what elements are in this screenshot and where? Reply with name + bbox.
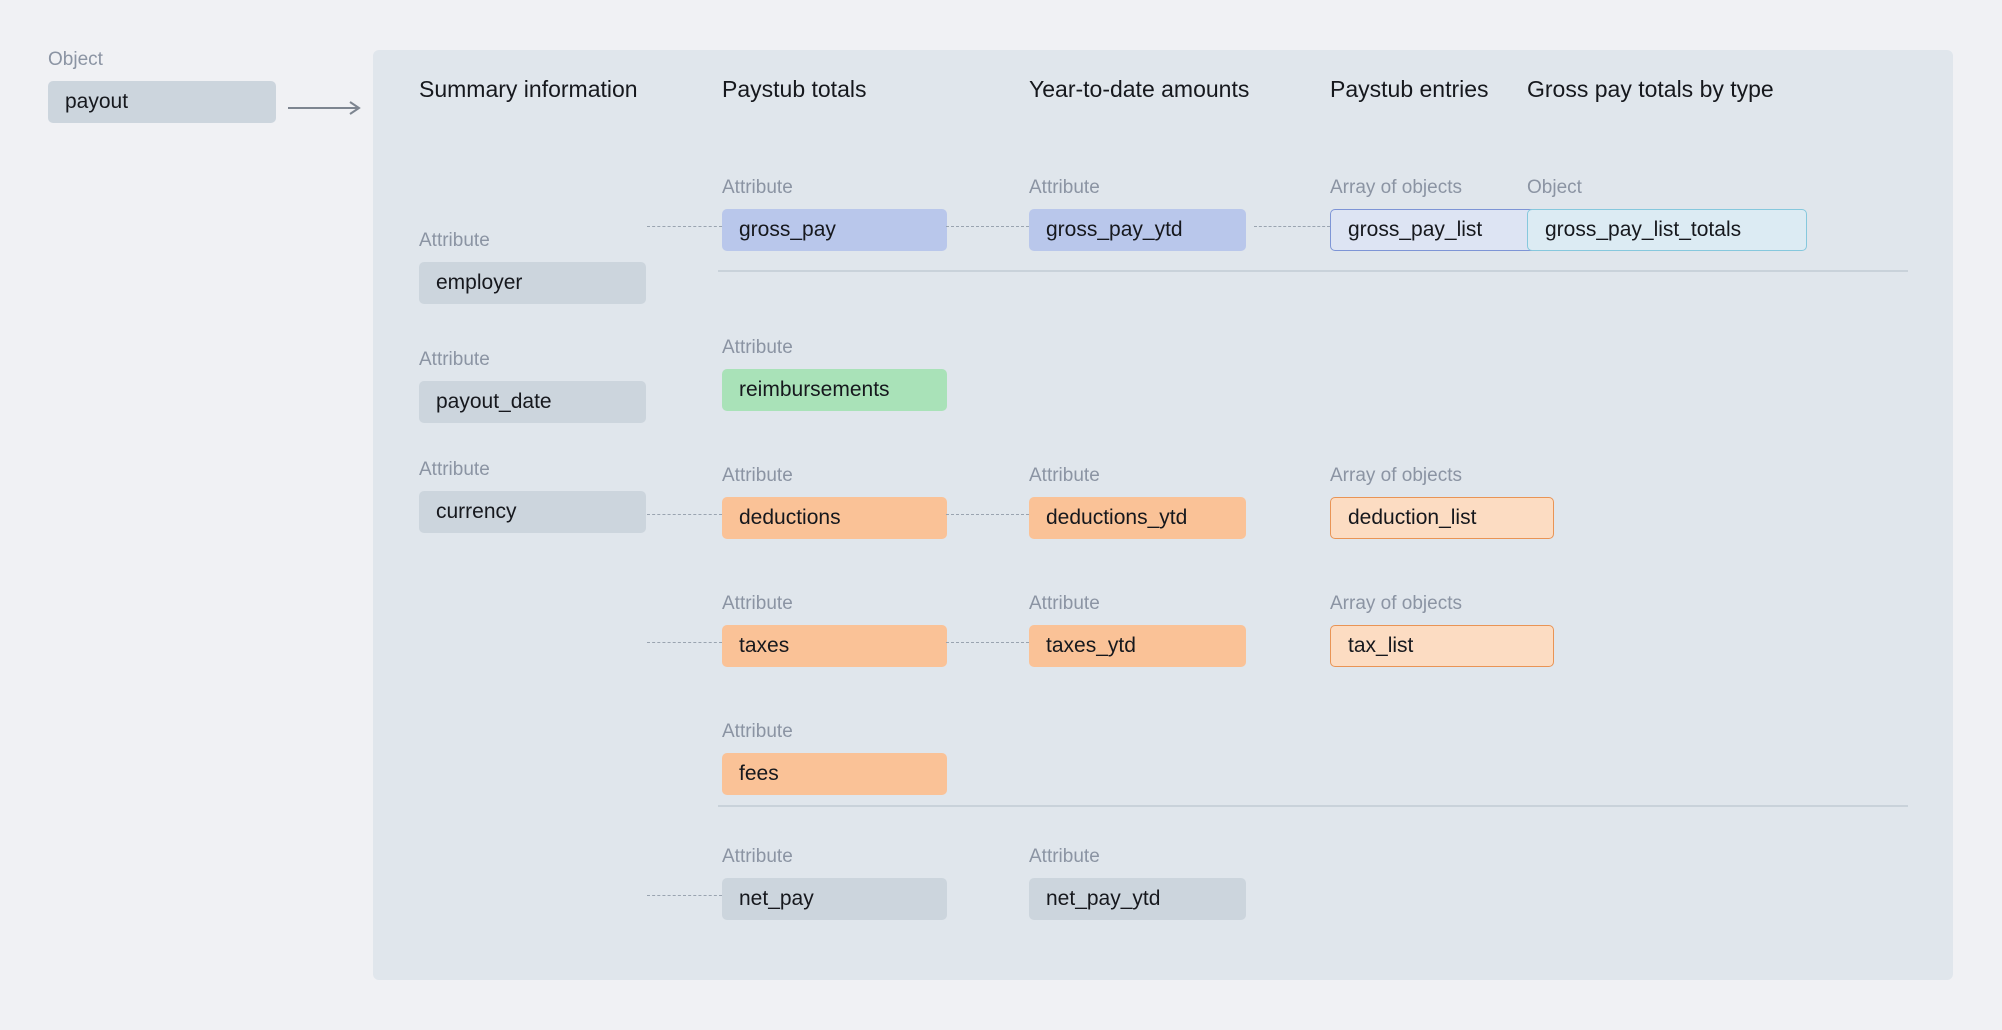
node-employer-label: employer bbox=[436, 271, 522, 295]
cell-currency: Attribute currency bbox=[419, 458, 646, 533]
node-currency-label: currency bbox=[436, 500, 517, 524]
node-gross-pay-ytd[interactable]: gross_pay_ytd bbox=[1029, 209, 1246, 251]
cell-deductions: Attribute deductions bbox=[722, 464, 947, 539]
node-reimbursements-label: reimbursements bbox=[739, 378, 890, 402]
cell-fees: Attribute fees bbox=[722, 720, 947, 795]
source-type-label: Object bbox=[48, 48, 276, 72]
cell-employer: Attribute employer bbox=[419, 229, 646, 304]
cell-taxes: Attribute taxes bbox=[722, 592, 947, 667]
node-payout-label: payout bbox=[65, 90, 128, 114]
cell-taxes-ytd: Attribute taxes_ytd bbox=[1029, 592, 1246, 667]
node-fees-label: fees bbox=[739, 762, 779, 786]
net-pay-type-label: Attribute bbox=[722, 845, 947, 869]
connector-deductions-to-ytd bbox=[647, 514, 722, 515]
node-gross-pay-list-totals-label: gross_pay_list_totals bbox=[1545, 218, 1741, 242]
connector-gross-pay-to-ytd bbox=[647, 226, 722, 227]
fees-type-label: Attribute bbox=[722, 720, 947, 744]
node-tax-list-label: tax_list bbox=[1348, 634, 1413, 658]
schema-panel: Summary information Paystub totals Year-… bbox=[373, 50, 1953, 980]
node-payout-date-label: payout_date bbox=[436, 390, 552, 414]
column-title-gross-totals: Gross pay totals by type bbox=[1527, 76, 1774, 103]
deductions-type-label: Attribute bbox=[722, 464, 947, 488]
cell-gross-pay-list: Array of objects gross_pay_list bbox=[1330, 176, 1554, 251]
connector-gross-pay-list-to-totals bbox=[1254, 226, 1330, 227]
node-currency[interactable]: currency bbox=[419, 491, 646, 533]
cell-gross-pay: Attribute gross_pay bbox=[722, 176, 947, 251]
node-deductions-ytd-label: deductions_ytd bbox=[1046, 506, 1187, 530]
reimbursements-type-label: Attribute bbox=[722, 336, 947, 360]
cell-gross-pay-ytd: Attribute gross_pay_ytd bbox=[1029, 176, 1246, 251]
node-net-pay[interactable]: net_pay bbox=[722, 878, 947, 920]
node-employer[interactable]: employer bbox=[419, 262, 646, 304]
node-net-pay-ytd[interactable]: net_pay_ytd bbox=[1029, 878, 1246, 920]
node-taxes-label: taxes bbox=[739, 634, 789, 658]
node-payout-date[interactable]: payout_date bbox=[419, 381, 646, 423]
node-payout[interactable]: payout bbox=[48, 81, 276, 123]
node-fees[interactable]: fees bbox=[722, 753, 947, 795]
cell-tax-list: Array of objects tax_list bbox=[1330, 592, 1554, 667]
connector-taxes-ytd-to-list bbox=[946, 642, 1029, 643]
node-taxes-ytd-label: taxes_ytd bbox=[1046, 634, 1136, 658]
connector-taxes-to-ytd bbox=[647, 642, 722, 643]
gross-pay-ytd-type-label: Attribute bbox=[1029, 176, 1246, 200]
cell-gross-pay-list-totals: Object gross_pay_list_totals bbox=[1527, 176, 1807, 251]
gross-pay-list-type-label: Array of objects bbox=[1330, 176, 1554, 200]
deductions-ytd-type-label: Attribute bbox=[1029, 464, 1246, 488]
tax-list-type-label: Array of objects bbox=[1330, 592, 1554, 616]
cell-net-pay-ytd: Attribute net_pay_ytd bbox=[1029, 845, 1246, 920]
source-object-block: Object payout bbox=[48, 48, 276, 123]
deduction-list-type-label: Array of objects bbox=[1330, 464, 1554, 488]
node-deductions-ytd[interactable]: deductions_ytd bbox=[1029, 497, 1246, 539]
payout-date-type-label: Attribute bbox=[419, 348, 646, 372]
node-deduction-list-label: deduction_list bbox=[1348, 506, 1476, 530]
column-title-paystub: Paystub totals bbox=[722, 76, 866, 103]
node-gross-pay-list[interactable]: gross_pay_list bbox=[1330, 209, 1554, 251]
cell-deductions-ytd: Attribute deductions_ytd bbox=[1029, 464, 1246, 539]
taxes-ytd-type-label: Attribute bbox=[1029, 592, 1246, 616]
gross-pay-list-totals-type-label: Object bbox=[1527, 176, 1807, 200]
node-net-pay-label: net_pay bbox=[739, 887, 814, 911]
node-gross-pay-ytd-label: gross_pay_ytd bbox=[1046, 218, 1183, 242]
cell-reimbursements: Attribute reimbursements bbox=[722, 336, 947, 411]
node-reimbursements[interactable]: reimbursements bbox=[722, 369, 947, 411]
cell-net-pay: Attribute net_pay bbox=[722, 845, 947, 920]
employer-type-label: Attribute bbox=[419, 229, 646, 253]
node-deductions-label: deductions bbox=[739, 506, 841, 530]
connector-gross-pay-ytd-to-list bbox=[946, 226, 1029, 227]
node-gross-pay-list-label: gross_pay_list bbox=[1348, 218, 1482, 242]
node-deduction-list[interactable]: deduction_list bbox=[1330, 497, 1554, 539]
node-gross-pay[interactable]: gross_pay bbox=[722, 209, 947, 251]
cell-deduction-list: Array of objects deduction_list bbox=[1330, 464, 1554, 539]
divider-gross-section bbox=[718, 270, 1908, 272]
node-gross-pay-list-totals[interactable]: gross_pay_list_totals bbox=[1527, 209, 1807, 251]
node-gross-pay-label: gross_pay bbox=[739, 218, 836, 242]
node-deductions[interactable]: deductions bbox=[722, 497, 947, 539]
arrow-right-icon bbox=[288, 101, 362, 115]
column-title-summary: Summary information bbox=[419, 76, 638, 103]
taxes-type-label: Attribute bbox=[722, 592, 947, 616]
connector-net-pay-to-ytd bbox=[647, 895, 722, 896]
connector-deductions-ytd-to-list bbox=[946, 514, 1029, 515]
gross-pay-type-label: Attribute bbox=[722, 176, 947, 200]
node-taxes-ytd[interactable]: taxes_ytd bbox=[1029, 625, 1246, 667]
net-pay-ytd-type-label: Attribute bbox=[1029, 845, 1246, 869]
column-title-entries: Paystub entries bbox=[1330, 76, 1489, 103]
divider-net-pay-section bbox=[718, 805, 1908, 807]
cell-payout-date: Attribute payout_date bbox=[419, 348, 646, 423]
node-net-pay-ytd-label: net_pay_ytd bbox=[1046, 887, 1160, 911]
node-taxes[interactable]: taxes bbox=[722, 625, 947, 667]
currency-type-label: Attribute bbox=[419, 458, 646, 482]
column-title-ytd: Year-to-date amounts bbox=[1029, 76, 1249, 103]
node-tax-list[interactable]: tax_list bbox=[1330, 625, 1554, 667]
